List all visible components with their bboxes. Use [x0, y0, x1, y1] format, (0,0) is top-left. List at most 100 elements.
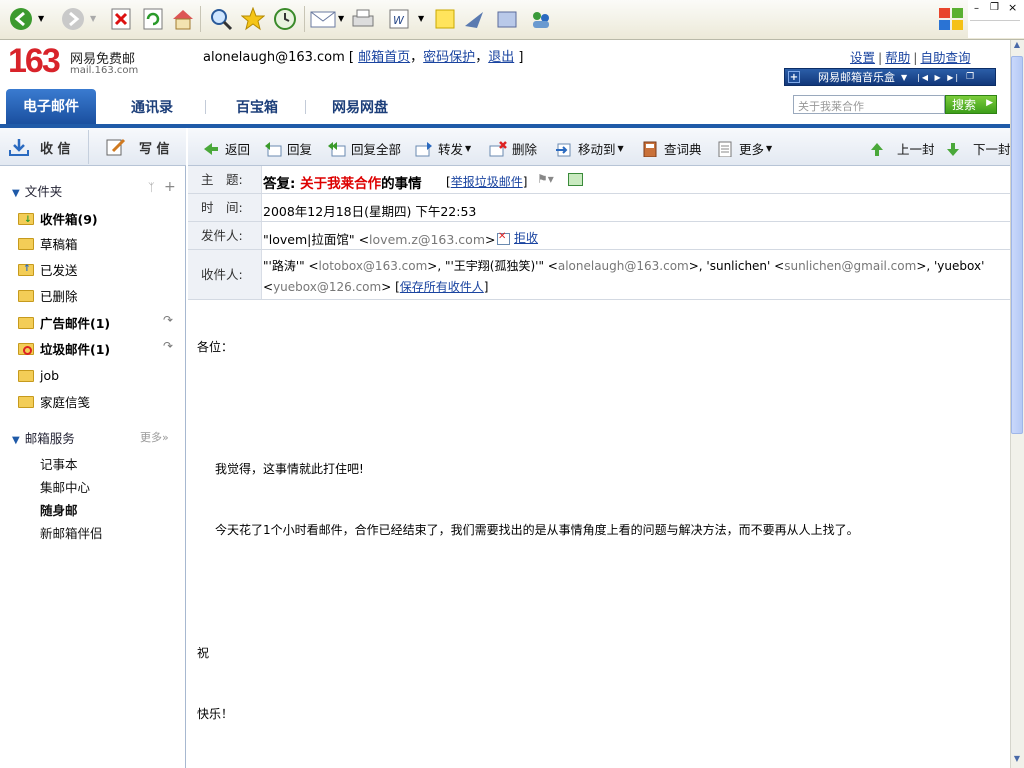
- folder-filter-icon[interactable]: ᛉ: [148, 181, 155, 194]
- delete-label: 删除: [512, 142, 538, 157]
- folder-label: job: [40, 368, 60, 383]
- empty-spam-icon[interactable]: ↷: [163, 339, 173, 353]
- recipient-email: lotobox@163.com: [318, 259, 428, 273]
- edit-dropdown-icon[interactable]: ▼: [418, 14, 424, 23]
- link-password-protect[interactable]: 密码保护: [423, 50, 475, 65]
- receive-button[interactable]: 收 信: [8, 128, 71, 166]
- prev-mail-button[interactable]: 上一封: [868, 139, 935, 158]
- scrollbar-thumb[interactable]: [1011, 56, 1023, 434]
- folder-ads[interactable]: 广告邮件(1): [18, 313, 110, 332]
- from-email: lovem.z@163.com: [369, 232, 485, 247]
- move-button[interactable]: 移动到 ▼: [555, 139, 624, 158]
- messenger-icon[interactable]: [462, 6, 488, 32]
- back-button[interactable]: 返回: [202, 139, 250, 158]
- history-icon[interactable]: [272, 6, 298, 32]
- from-end: >: [485, 232, 496, 247]
- home-icon[interactable]: [170, 6, 196, 32]
- deleted-folder-icon: [18, 289, 34, 302]
- tab-contacts[interactable]: 通讯录: [131, 97, 173, 117]
- add-icon[interactable]: +: [788, 71, 800, 83]
- dictionary-button[interactable]: 查词典: [641, 139, 702, 158]
- next-mail-button[interactable]: 下一封: [944, 139, 1011, 158]
- more-label: 更多: [739, 142, 765, 157]
- separator: [205, 100, 206, 114]
- service-mail-companion[interactable]: 新邮箱伴侣: [40, 523, 103, 542]
- reply-all-label: 回复全部: [351, 142, 402, 157]
- search-button[interactable]: 搜索 ▶: [945, 95, 997, 114]
- folders-header[interactable]: ▼ 文件夹: [12, 181, 62, 200]
- folder-sent[interactable]: ↑ 已发送: [18, 260, 78, 279]
- services-more-link[interactable]: 更多»: [140, 429, 169, 445]
- tab-netdisk[interactable]: 网易网盘: [332, 97, 388, 117]
- link-help[interactable]: 帮助: [885, 50, 910, 65]
- forward-dropdown-icon[interactable]: ▼: [90, 14, 96, 23]
- music-box[interactable]: + 网易邮箱音乐盒 ▼ |◀ ▶ ▶| ❐: [784, 68, 996, 86]
- mail-dropdown-icon[interactable]: ▼: [338, 14, 344, 23]
- logo-number: 163: [8, 42, 61, 80]
- service-notepad[interactable]: 记事本: [40, 454, 78, 473]
- delete-button[interactable]: 删除: [489, 139, 537, 158]
- search-icon[interactable]: [208, 6, 234, 32]
- flag-icon[interactable]: ⚑▾: [537, 172, 554, 186]
- service-stamp-center[interactable]: 集邮中心: [40, 477, 90, 496]
- contacts-icon[interactable]: [528, 6, 554, 32]
- folder-inbox[interactable]: ↓ 收件箱(9): [18, 209, 98, 228]
- empty-ads-icon[interactable]: ↷: [163, 313, 173, 327]
- save-recipients-link[interactable]: 保存所有收件人: [400, 280, 484, 294]
- reply-all-button[interactable]: 回复全部: [328, 139, 401, 158]
- reply-button[interactable]: 回复: [264, 139, 312, 158]
- add-folder-icon[interactable]: +: [164, 179, 176, 195]
- link-settings[interactable]: 设置: [850, 50, 875, 65]
- folder-label: 已发送: [40, 263, 78, 278]
- music-dropdown-icon[interactable]: ▼: [901, 73, 907, 82]
- image-icon[interactable]: [568, 173, 583, 186]
- music-box-label: 网易邮箱音乐盒: [818, 71, 895, 84]
- folder-job[interactable]: job: [18, 368, 59, 383]
- music-controls-icon[interactable]: |◀ ▶ ▶|: [917, 73, 960, 82]
- chevron-down-icon: ▼: [465, 144, 472, 153]
- mail-icon[interactable]: [310, 6, 336, 32]
- edit-icon[interactable]: W: [386, 6, 412, 32]
- close-icon[interactable]: ×: [1008, 1, 1017, 14]
- restore-icon[interactable]: ❐: [990, 2, 999, 13]
- folder-deleted[interactable]: 已删除: [18, 286, 78, 305]
- back-icon[interactable]: [8, 6, 34, 32]
- print-icon[interactable]: [350, 6, 376, 32]
- minimize-icon[interactable]: –: [974, 3, 979, 14]
- logo-domain: mail.163.com: [70, 65, 139, 76]
- note-icon[interactable]: [432, 6, 458, 32]
- search-input[interactable]: 关于我莱合作: [793, 95, 945, 114]
- music-window-icon[interactable]: ❐: [966, 72, 974, 82]
- forward-icon[interactable]: [60, 6, 86, 32]
- link-mail-home[interactable]: 邮箱首页: [358, 50, 410, 65]
- subject-prefix: 答复:: [263, 176, 296, 192]
- more-button[interactable]: 更多 ▼: [716, 139, 772, 158]
- tab-email[interactable]: 电子邮件: [6, 89, 96, 124]
- favorites-icon[interactable]: [240, 6, 266, 32]
- reject-button[interactable]: ✕ 拒收: [497, 229, 538, 246]
- services-header[interactable]: ▼ 邮箱服务: [12, 428, 75, 447]
- scroll-up-icon[interactable]: ▲: [1011, 40, 1023, 54]
- next-label: 下一封: [973, 142, 1011, 157]
- body-line-2: 今天花了1个小时看邮件，合作已经结束了，我们需要找出的是从事情角度上看的问题与解…: [215, 523, 859, 537]
- compose-button[interactable]: 写 信: [105, 128, 170, 166]
- dictionary-label: 查词典: [664, 142, 702, 157]
- link-self-service[interactable]: 自助查询: [920, 50, 970, 65]
- back-dropdown-icon[interactable]: ▼: [38, 14, 44, 23]
- folder-drafts[interactable]: 草稿箱: [18, 234, 78, 253]
- research-icon[interactable]: [494, 6, 520, 32]
- stop-icon[interactable]: [108, 6, 134, 32]
- folder-spam[interactable]: 垃圾邮件(1): [18, 339, 110, 358]
- forward-label: 转发: [438, 142, 464, 157]
- logo[interactable]: 163 网易免费邮 mail.163.com: [8, 42, 138, 80]
- refresh-icon[interactable]: [140, 6, 166, 32]
- tab-toolbox[interactable]: 百宝箱: [236, 97, 278, 117]
- folder-label: 垃圾邮件(1): [40, 342, 111, 357]
- scroll-down-icon[interactable]: ▼: [1011, 754, 1023, 768]
- service-mobile-mail[interactable]: 随身邮: [40, 500, 78, 519]
- report-spam-link[interactable]: 举报垃圾邮件: [451, 175, 523, 189]
- time-label: 时 间:: [188, 194, 262, 221]
- folder-family[interactable]: 家庭信笺: [18, 392, 90, 411]
- forward-button[interactable]: 转发 ▼: [415, 139, 471, 158]
- link-logout[interactable]: 退出: [488, 50, 514, 65]
